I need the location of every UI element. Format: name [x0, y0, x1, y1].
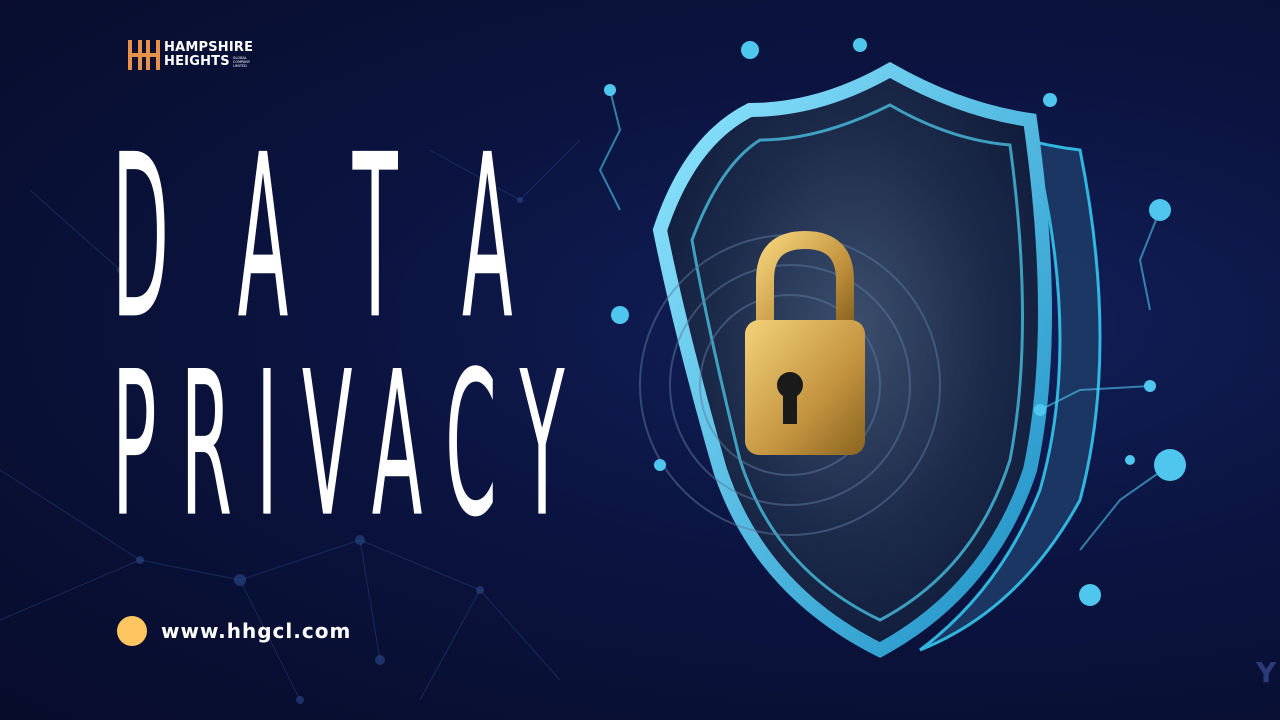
website-row: www.hhgcl.com — [117, 616, 351, 646]
brand-logo: HAMPSHIRE HEIGHTS GLOBAL COMPANY LIMITED — [128, 40, 257, 70]
brand-name-line2: HEIGHTS — [164, 54, 230, 69]
padlock-shield-icon — [598, 38, 1186, 658]
brand-subtitle: GLOBAL COMPANY LIMITED — [232, 56, 251, 68]
bullet-dot-icon — [117, 616, 147, 646]
website-link[interactable]: www.hhgcl.com — [161, 619, 351, 643]
headline-line2: PRIVACY — [112, 330, 589, 563]
brand-name-line1: HAMPSHIRE — [164, 40, 254, 55]
hh-monogram-icon — [128, 40, 160, 70]
banner: HAMPSHIRE HEIGHTS GLOBAL COMPANY LIMITED… — [0, 0, 1280, 720]
corner-mark: Y — [1256, 656, 1277, 689]
